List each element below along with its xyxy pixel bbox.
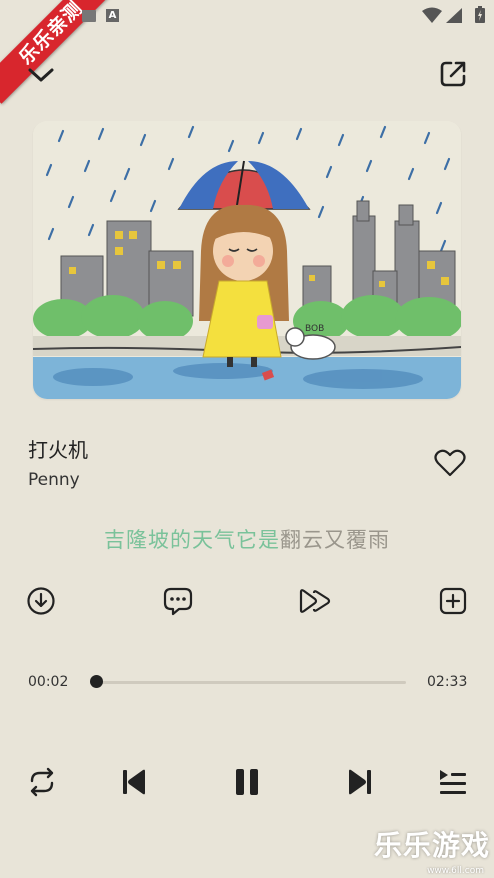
notification-icon xyxy=(82,10,96,22)
share-external-icon xyxy=(438,59,468,89)
watermark-url: www.6ll.com xyxy=(427,866,484,876)
download-icon xyxy=(26,586,56,616)
current-time: 00:02 xyxy=(28,674,69,690)
svg-text:BOB: BOB xyxy=(305,324,324,334)
favorite-button[interactable] xyxy=(432,446,468,480)
chevron-down-icon xyxy=(27,66,55,84)
artist-name[interactable]: Penny xyxy=(28,470,80,490)
wifi-icon xyxy=(422,7,442,23)
speed-button[interactable] xyxy=(296,584,334,618)
repeat-button[interactable] xyxy=(24,764,60,800)
total-time: 02:33 xyxy=(427,674,468,690)
add-to-playlist-button[interactable] xyxy=(436,584,470,618)
signal-icon xyxy=(446,8,462,23)
fast-forward-icon xyxy=(298,588,332,614)
comments-button[interactable] xyxy=(160,583,196,619)
progress-thumb[interactable] xyxy=(90,675,103,688)
pause-icon xyxy=(232,768,262,796)
skip-next-icon xyxy=(346,768,374,796)
add-box-icon xyxy=(438,586,468,616)
comment-icon xyxy=(162,585,194,617)
notification-a-icon: A xyxy=(106,9,119,22)
lyric-line[interactable]: 吉隆坡的天气它是翻云又覆雨 xyxy=(0,524,494,554)
status-bar: 乐乐亲测 A xyxy=(0,0,494,104)
playlist-button[interactable] xyxy=(435,764,471,800)
collapse-button[interactable] xyxy=(24,58,58,92)
share-button[interactable] xyxy=(436,57,470,91)
progress-track[interactable] xyxy=(92,681,406,684)
song-title: 打火机 xyxy=(28,438,88,462)
download-button[interactable] xyxy=(24,584,58,618)
lyric-sung: 吉隆坡的天气它是 xyxy=(104,528,280,552)
lyric-unsung: 翻云又覆雨 xyxy=(280,528,390,552)
watermark-logo: 乐乐游戏 xyxy=(373,829,490,862)
previous-button[interactable] xyxy=(115,764,153,800)
pause-button[interactable] xyxy=(228,764,266,800)
repeat-icon xyxy=(26,767,58,797)
album-cover: BOB xyxy=(33,121,461,399)
battery-icon xyxy=(475,6,485,23)
queue-list-icon xyxy=(438,768,468,796)
heart-outline-icon xyxy=(434,449,466,477)
next-button[interactable] xyxy=(341,764,379,800)
skip-previous-icon xyxy=(120,768,148,796)
test-badge: 乐乐亲测 xyxy=(0,0,122,104)
